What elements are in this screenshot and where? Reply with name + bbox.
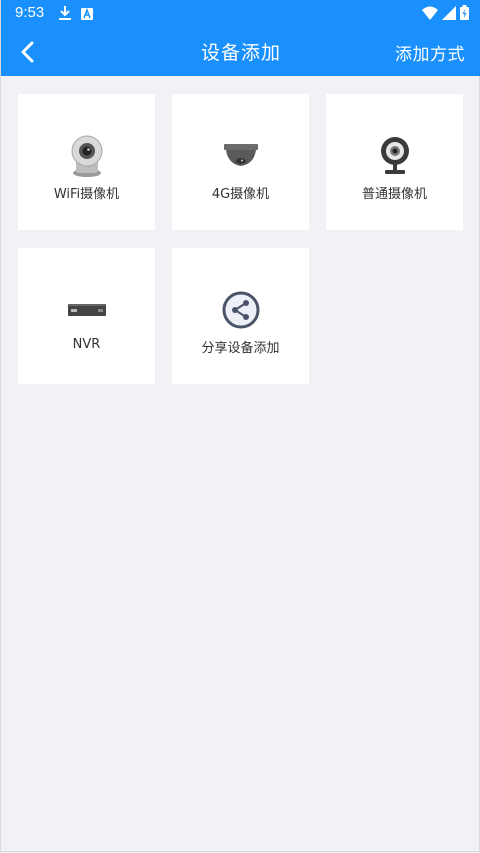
status-time: 9:53 [15,4,45,21]
device-type-grid: WiFi摄像机 4G摄像机 普通摄像机 NVR 分享设备添加 [18,94,464,384]
system-icons [422,5,469,24]
wifi-icon [422,5,438,24]
battery-icon [460,5,469,24]
device-card-label: 分享设备添加 [201,341,280,356]
share-icon [172,288,309,332]
device-card-normal-camera[interactable]: 普通摄像机 [326,94,463,230]
add-method-button[interactable]: 添加方式 [395,40,465,65]
wifi-camera-icon [18,134,155,178]
status-bar: 9:53 [1,0,480,26]
screen: 9:53 设备添加 添加方式 WiFi摄像机 4G摄像机 普通摄像机 NVR 分… [0,0,480,852]
device-card-4g-camera[interactable]: 4G摄像机 [172,94,309,230]
device-card-label: 普通摄像机 [361,187,427,202]
download-icon [59,5,71,24]
device-card-label: NVR [72,337,101,352]
app-bar: 设备添加 添加方式 [1,26,480,76]
dome-camera-icon [172,134,309,178]
signal-icon [442,5,456,24]
webcam-icon [326,134,463,178]
device-card-wifi-camera[interactable]: WiFi摄像机 [18,94,155,230]
device-card-nvr[interactable]: NVR [18,248,155,384]
device-card-share[interactable]: 分享设备添加 [172,248,309,384]
app-notification-icon [81,5,93,24]
device-card-label: 4G摄像机 [211,187,270,202]
notification-icons [59,5,93,24]
nvr-icon [18,288,155,332]
device-card-label: WiFi摄像机 [53,187,120,202]
